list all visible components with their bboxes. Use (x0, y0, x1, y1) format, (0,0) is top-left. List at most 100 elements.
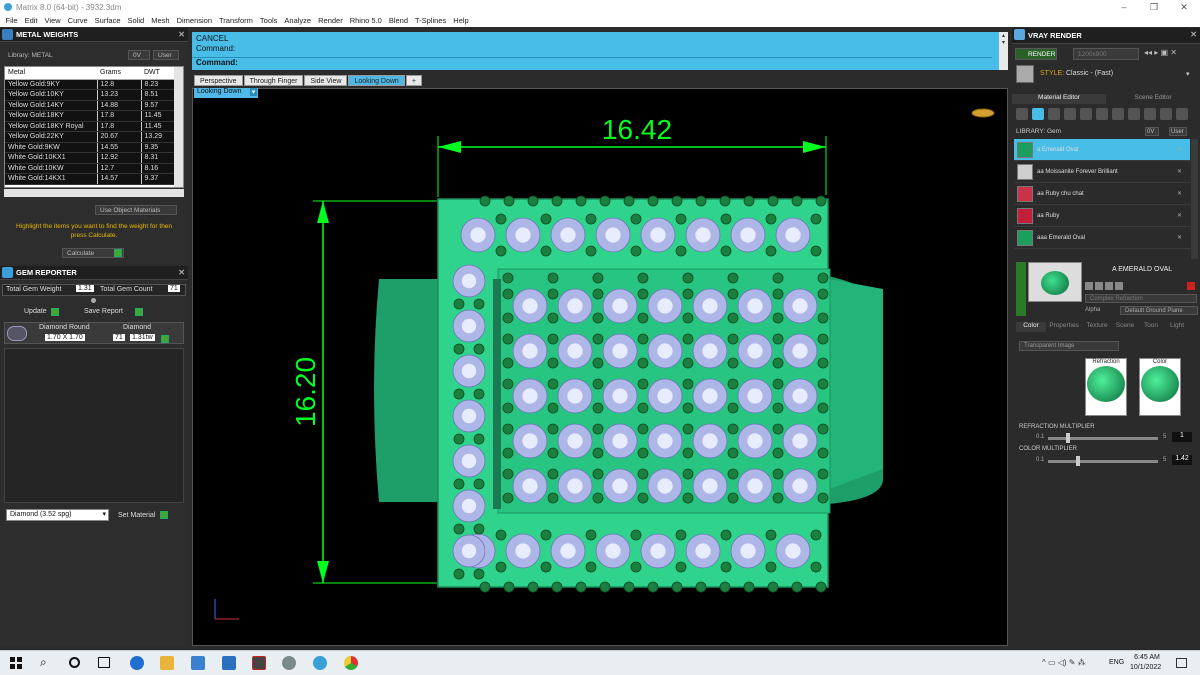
gem-row-go-icon[interactable] (161, 335, 169, 343)
tab-properties[interactable]: Properties (1046, 322, 1082, 332)
table-row[interactable]: White Gold:9KW 14.55 9.35 (5, 142, 175, 153)
library-item[interactable]: aa Moissanite Forever Brilliant ✕ (1014, 161, 1190, 183)
tab-perspective[interactable]: Perspective (194, 75, 243, 86)
complex-refraction-select[interactable]: Complex Refraction (1085, 294, 1197, 303)
menu-analyze[interactable]: Analyze (281, 16, 315, 25)
windows-start-icon[interactable] (10, 657, 22, 669)
table-row[interactable]: Yellow Gold:10KY 13.23 8.51 (5, 89, 175, 101)
tab-material-editor[interactable]: Material Editor (1012, 94, 1106, 104)
chevron-down-icon[interactable]: ▾ (1186, 70, 1190, 78)
tab-color[interactable]: Color (1016, 322, 1046, 332)
library-item[interactable]: aa Ruby chu chat ✕ (1014, 183, 1190, 205)
remove-icon[interactable]: ✕ (1177, 212, 1182, 219)
search-icon[interactable]: ⌕ (40, 655, 47, 670)
remove-icon[interactable]: ✕ (1177, 234, 1182, 241)
resolution-field[interactable]: 1200x900 (1073, 48, 1139, 60)
tool-icon[interactable] (1085, 282, 1093, 290)
remove-icon[interactable]: ✕ (1177, 168, 1182, 175)
refraction-slider-knob[interactable] (1066, 433, 1071, 443)
menu-help[interactable]: Help (450, 16, 472, 25)
render-nav-icons[interactable]: ◂◂ ▸ ▣ ✕ (1144, 48, 1196, 60)
tool-icon[interactable] (1095, 282, 1103, 290)
menu-view[interactable]: View (41, 16, 64, 25)
maximize-button[interactable]: ❐ (1140, 0, 1168, 14)
table-hscrollbar[interactable] (4, 189, 184, 197)
vray-filter-user[interactable]: User (1169, 127, 1187, 136)
vray-filter-0v[interactable]: 0V (1145, 127, 1159, 136)
filter-0v[interactable]: 0V (128, 50, 150, 60)
add-view-button[interactable]: + (405, 75, 422, 86)
texture-icon[interactable] (1080, 108, 1092, 120)
save-icon[interactable] (1176, 108, 1188, 120)
tab-side-view[interactable]: Side View (304, 75, 348, 86)
remove-icon[interactable]: ✕ (1177, 146, 1182, 153)
gem-report-row[interactable]: Diamond Round 1.70 X 1.70 Diamond 71 1.3… (4, 322, 184, 344)
bulb-icon[interactable] (1160, 108, 1172, 120)
menu-mesh[interactable]: Mesh (148, 16, 173, 25)
minimize-button[interactable]: – (1110, 0, 1138, 14)
style-value[interactable]: Classic - (Fast) (1066, 70, 1113, 77)
menu-transform[interactable]: Transform (216, 16, 257, 25)
mail-icon[interactable] (222, 656, 236, 670)
color-slider[interactable] (1048, 460, 1158, 463)
col-metal[interactable]: Metal (5, 67, 97, 80)
menu-render[interactable]: Render (315, 16, 347, 25)
menu-solid[interactable]: Solid (124, 16, 148, 25)
close-icon[interactable]: ✕ (1190, 30, 1197, 39)
close-button[interactable]: ✕ (1170, 0, 1198, 14)
menu-file[interactable]: File (2, 16, 21, 25)
table-row[interactable]: White Gold:14KX1 14.57 9.37 (5, 173, 175, 185)
calculate-button[interactable]: Calculate (62, 248, 124, 258)
tool-icon[interactable] (1115, 282, 1123, 290)
viewport-looking-down[interactable]: 16.42 16.20 (192, 88, 1008, 646)
splitter-handle[interactable] (91, 298, 96, 303)
menu-surface[interactable]: Surface (91, 16, 124, 25)
tab-toon[interactable]: Toon (1138, 322, 1164, 332)
col-grams[interactable]: Grams (97, 67, 141, 80)
color-value[interactable]: 1.42 (1172, 455, 1192, 465)
tab-through-finger[interactable]: Through Finger (243, 75, 304, 86)
clock-date[interactable]: 10/1/2022 (1130, 664, 1161, 671)
clock-time[interactable]: 6:45 AM (1132, 654, 1162, 661)
swatch-icon[interactable] (1144, 108, 1156, 120)
menu-dimension[interactable]: Dimension (173, 16, 215, 25)
menu-blend[interactable]: Blend (385, 16, 411, 25)
drop-icon[interactable] (1016, 108, 1028, 120)
transparent-image-select[interactable]: Transparent Image (1019, 341, 1119, 351)
cube-icon[interactable] (1064, 108, 1076, 120)
chrome-icon[interactable] (344, 656, 358, 670)
color-swatch[interactable]: Color (1139, 358, 1181, 416)
notification-icon[interactable] (1176, 658, 1187, 668)
menu-edit[interactable]: Edit (21, 16, 41, 25)
table-row[interactable]: White Gold:10KW 12.7 8.16 (5, 163, 175, 174)
command-prompt[interactable]: Command: (192, 57, 992, 69)
gem-icon[interactable] (1032, 108, 1044, 120)
matrix-icon[interactable] (313, 656, 327, 670)
app-icon-red[interactable] (252, 656, 266, 670)
table-row[interactable]: Yellow Gold:9KY 12.8 8.23 (5, 79, 175, 90)
rhino-icon[interactable] (282, 656, 296, 670)
tray-icons[interactable]: ^ ▭ ◁) ✎ ⁂ (1042, 658, 1086, 667)
update-button[interactable]: Update (20, 306, 68, 317)
table-row[interactable]: Yellow Gold:18KY Royal 17.8 11.45 (5, 121, 175, 132)
task-view-icon[interactable] (98, 657, 110, 668)
render-button[interactable]: RENDER (1015, 48, 1057, 60)
file-explorer-icon[interactable] (160, 656, 174, 670)
tab-light[interactable]: Light (1164, 322, 1190, 332)
preview-collapse[interactable] (1016, 262, 1026, 316)
layers-icon[interactable] (1096, 108, 1108, 120)
color-slider-knob[interactable] (1075, 456, 1080, 466)
delete-icon[interactable] (1187, 282, 1195, 290)
cloud-icon[interactable] (1128, 108, 1140, 120)
shirt-icon[interactable] (1112, 108, 1124, 120)
tab-scene-editor[interactable]: Scene Editor (1106, 94, 1200, 104)
table-row[interactable]: Yellow Gold:14KY 14.88 9.57 (5, 100, 175, 111)
ground-plane-select[interactable]: Default Ground Plane (1120, 306, 1198, 315)
store-icon[interactable] (191, 656, 205, 670)
remove-icon[interactable]: ✕ (1177, 190, 1182, 197)
tab-scene[interactable]: Scene (1112, 322, 1138, 332)
library-scrollbar[interactable] (1191, 139, 1198, 259)
use-object-materials[interactable]: Use Object Materials (95, 205, 177, 215)
set-material-button[interactable]: Set Material (114, 509, 176, 521)
menu-rhino[interactable]: Rhino 5.0 (346, 16, 385, 25)
